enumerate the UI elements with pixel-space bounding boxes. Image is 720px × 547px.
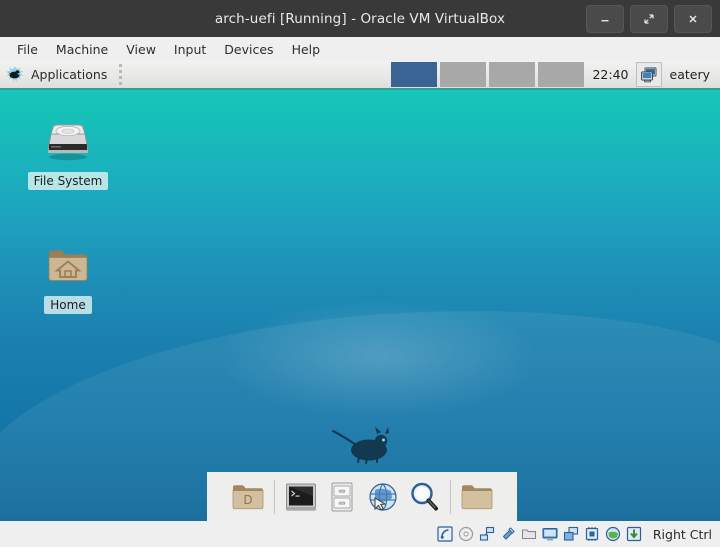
- close-button[interactable]: [674, 5, 712, 33]
- remote-desktop-indicator[interactable]: [605, 526, 622, 543]
- dock-item-terminal[interactable]: [282, 478, 320, 516]
- network-indicator[interactable]: [479, 526, 496, 543]
- video-capture-icon: [563, 526, 579, 542]
- desktop-icon-label: Home: [44, 296, 91, 314]
- shared-folders-indicator[interactable]: [521, 526, 538, 543]
- display-monitor-icon: [640, 66, 658, 84]
- dock-item-web-browser[interactable]: [364, 478, 402, 516]
- minimize-icon: [599, 13, 611, 25]
- virtualbox-window: arch-uefi [Running] - Oracle VM VirtualB…: [0, 0, 720, 547]
- processor-indicator[interactable]: [584, 526, 601, 543]
- folder-d-icon: D: [231, 480, 265, 514]
- desktop-icon-label: File System: [28, 172, 109, 190]
- optical-disk-icon: [458, 526, 474, 542]
- desktop-icon-file-system[interactable]: File System: [20, 118, 116, 190]
- dock-item-file-manager[interactable]: [323, 478, 361, 516]
- dock-item-show-desktop[interactable]: D: [229, 478, 267, 516]
- panel-drag-handle-icon[interactable]: [116, 62, 125, 88]
- panel-clock[interactable]: 22:40: [592, 67, 628, 82]
- dock-separator-2: [450, 480, 451, 514]
- window-title: arch-uefi [Running] - Oracle VM VirtualB…: [215, 11, 505, 27]
- hard-drive-icon: [44, 118, 92, 166]
- xfce-top-panel: Applications 22:40: [0, 61, 720, 90]
- processor-icon: [584, 526, 600, 542]
- video-capture-indicator[interactable]: [563, 526, 580, 543]
- dock-item-file-folder[interactable]: [458, 478, 496, 516]
- workspace-3[interactable]: [489, 62, 535, 87]
- applications-menu-button[interactable]: Applications: [0, 61, 113, 88]
- hard-disk-indicator[interactable]: [437, 526, 454, 543]
- dock-item-search[interactable]: [405, 478, 443, 516]
- download-arrow-icon: [626, 526, 642, 542]
- display-indicator[interactable]: [542, 526, 559, 543]
- magnifier-icon: [407, 480, 441, 514]
- display-icon: [542, 526, 558, 542]
- hard-disk-icon: [437, 526, 453, 542]
- workspace-switcher: [391, 62, 584, 87]
- maximize-icon: [643, 13, 655, 25]
- desktop-icon-home[interactable]: Home: [20, 242, 116, 314]
- globe-browser-icon: [366, 480, 400, 514]
- close-icon: [687, 13, 699, 25]
- menu-devices[interactable]: Devices: [215, 40, 282, 59]
- folder-icon: [460, 480, 494, 514]
- host-key-label: Right Ctrl: [653, 527, 712, 542]
- user-menu[interactable]: eatery: [670, 67, 710, 82]
- workspace-4[interactable]: [538, 62, 584, 87]
- svg-text:D: D: [243, 493, 252, 507]
- desktop[interactable]: File System Home: [0, 90, 720, 521]
- minimize-button[interactable]: [586, 5, 624, 33]
- maximize-button[interactable]: [630, 5, 668, 33]
- guest-additions-indicator[interactable]: [626, 526, 643, 543]
- terminal-icon: [284, 480, 318, 514]
- remote-globe-icon: [605, 526, 621, 542]
- window-controls: [586, 5, 712, 33]
- display-settings-button[interactable]: [636, 62, 662, 87]
- menu-view[interactable]: View: [117, 40, 165, 59]
- workspace-2[interactable]: [440, 62, 486, 87]
- guest-screen: Applications 22:40: [0, 61, 720, 521]
- menu-machine[interactable]: Machine: [47, 40, 117, 59]
- applications-label: Applications: [31, 67, 107, 82]
- file-cabinet-icon: [325, 480, 359, 514]
- window-titlebar: arch-uefi [Running] - Oracle VM VirtualB…: [0, 0, 720, 37]
- menu-input[interactable]: Input: [165, 40, 215, 59]
- home-folder-icon: [44, 242, 92, 290]
- shared-folder-icon: [521, 526, 537, 542]
- menubar: File Machine View Input Devices Help: [0, 37, 720, 61]
- usb-icon: [500, 526, 516, 542]
- statusbar: Right Ctrl: [0, 521, 720, 547]
- dock-separator-1: [274, 480, 275, 514]
- usb-indicator[interactable]: [500, 526, 517, 543]
- menu-file[interactable]: File: [8, 40, 47, 59]
- wallpaper-glow: [216, 297, 540, 418]
- xfce-dock: D: [207, 472, 517, 521]
- network-icon: [479, 526, 495, 542]
- menu-help[interactable]: Help: [283, 40, 330, 59]
- optical-disk-indicator[interactable]: [458, 526, 475, 543]
- workspace-1[interactable]: [391, 62, 437, 87]
- xfce-mouse-icon: [5, 65, 25, 85]
- xfce-mouse-logo: [325, 425, 403, 465]
